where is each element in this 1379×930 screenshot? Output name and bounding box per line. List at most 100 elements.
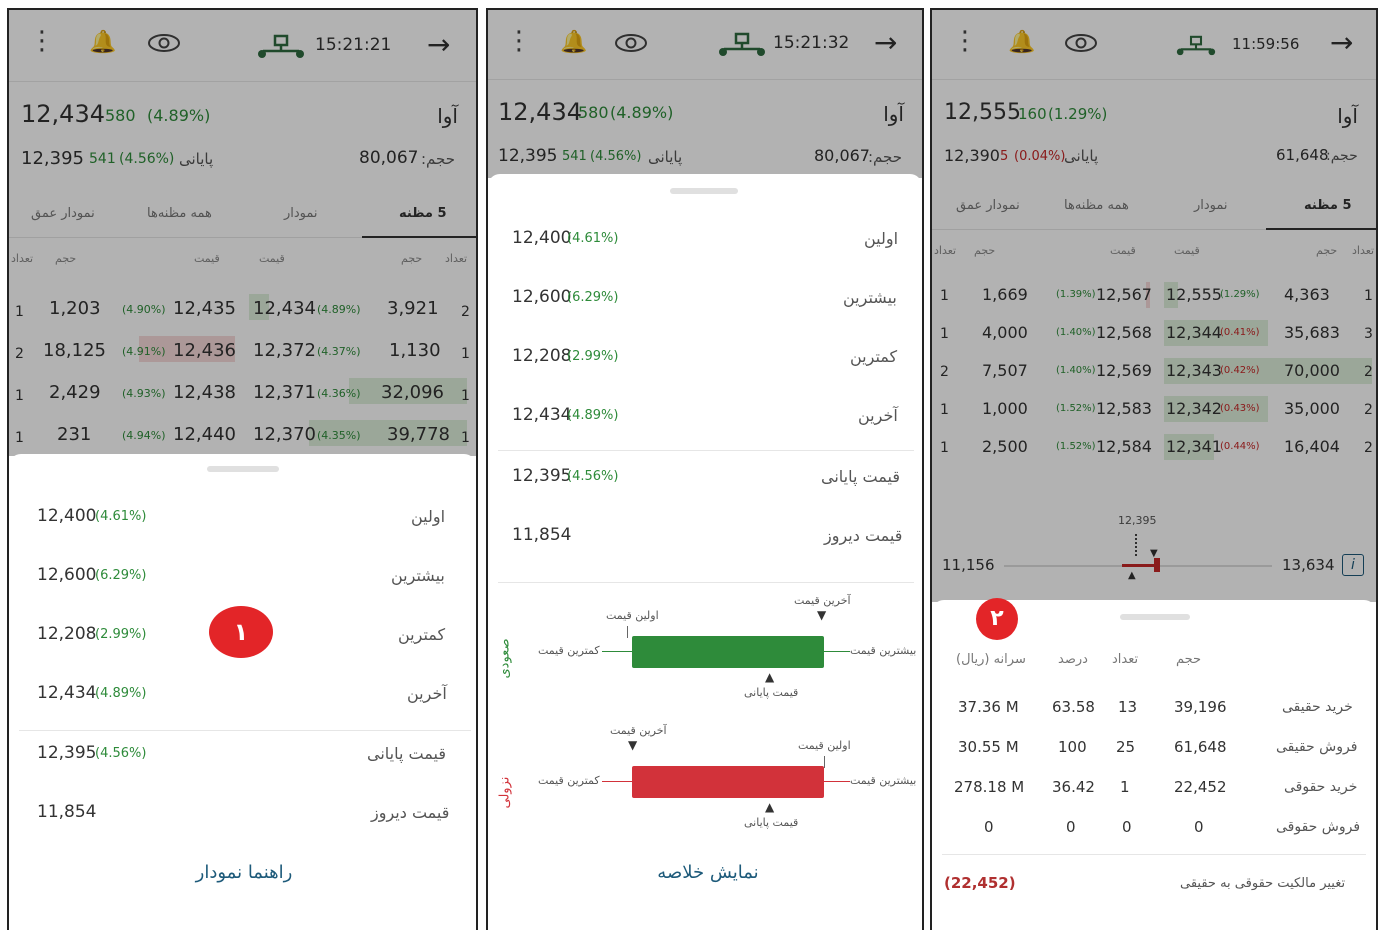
row-label: فروش حقیقی — [1276, 739, 1358, 755]
summary-label: اولین — [864, 229, 899, 248]
per-capita-value: 37.36 M — [958, 698, 1019, 716]
percent-value: 63.58 — [1052, 698, 1095, 716]
guide-close-price: قیمت پایانی — [744, 686, 799, 699]
row-label: خرید حقیقی — [1282, 699, 1353, 715]
summary-label: قیمت پایانی — [821, 467, 900, 486]
summary-label: کمترین — [850, 347, 898, 366]
dim-overlay[interactable] — [932, 10, 1376, 602]
summary-label: قیمت دیروز — [371, 803, 450, 822]
guide-first-price: اولین قیمت — [798, 739, 851, 752]
step-badge: ۱ — [209, 606, 273, 658]
sheet-handle[interactable] — [1120, 614, 1190, 620]
bullish-candle-guide: صعودی آخرین قیمت ▼ اولین قیمت کمترین قیم… — [488, 594, 922, 714]
per-capita-value: 30.55 M — [958, 738, 1019, 756]
guide-last-price: آخرین قیمت — [610, 724, 667, 737]
guide-last-price: آخرین قیمت — [794, 594, 851, 607]
count-value: 1 — [1120, 778, 1130, 796]
divider — [498, 582, 914, 583]
summary-value: 12,434 — [512, 405, 572, 425]
summary-sheet: 12,400 (4.61%) اولین 12,600 (6.29%) بیشت… — [488, 174, 922, 930]
volume-value: 39,196 — [1174, 698, 1227, 716]
wick-right — [824, 781, 850, 782]
guide-min-price: کمترین قیمت — [538, 774, 600, 787]
per-capita-value: 0 — [984, 818, 994, 836]
first-price-tick — [824, 756, 825, 768]
summary-value: 12,395 — [37, 743, 97, 763]
summary-value: 12,434 — [37, 683, 97, 703]
close-price-marker-icon: ▲ — [765, 800, 775, 814]
dim-overlay[interactable] — [488, 10, 922, 178]
summary-row: 12,434 (4.89%) آخرین — [9, 671, 476, 729]
summary-row: 12,434 (4.89%) آخرین — [488, 387, 922, 445]
divider — [942, 854, 1366, 855]
guide-close-price: قیمت پایانی — [744, 816, 799, 829]
wick-right — [824, 651, 850, 652]
screen-panel-1: ⋮ 🔔 15:21:21 → 12,434 580 (4.89%) آوا 12… — [7, 8, 478, 930]
trader-type-sheet: ۲ حجم تعداد درصد سرانه (ریال) 37.36 M 63… — [932, 598, 1376, 930]
summary-row: 12,600 (6.29%) بیشترین — [9, 553, 476, 611]
volume-value: 22,452 — [1174, 778, 1227, 796]
summary-percent: (4.56%) — [567, 469, 619, 484]
table-header-per-capita: سرانه (ریال) — [956, 652, 1026, 667]
summary-value: 12,208 — [512, 346, 572, 366]
screen-panel-3: ⋮ 🔔 11:59:56 → 12,555 160 (1.29%) آوا 12… — [930, 8, 1378, 930]
table-row: 37.36 M 63.58 13 39,196 خرید حقیقی — [932, 688, 1376, 728]
table-row: 0 0 0 0 فروش حقوقی — [932, 808, 1376, 848]
guide-max-price: بیشترین قیمت — [850, 644, 917, 657]
summary-value: 12,400 — [37, 506, 97, 526]
chart-guide-link[interactable]: راهنما نمودار — [159, 862, 329, 883]
bearish-candle-body — [632, 766, 824, 798]
summary-sheet: 12,400 (4.61%) اولین 12,600 (6.29%) بیشت… — [9, 454, 476, 930]
summary-percent: (4.61%) — [567, 231, 619, 246]
summary-row: 12,395 (4.56%) قیمت پایانی — [488, 448, 922, 506]
summary-value: 11,854 — [37, 802, 97, 822]
guide-max-price: بیشترین قیمت — [850, 774, 917, 787]
wick-left — [602, 651, 632, 652]
bullish-label: صعودی — [497, 638, 513, 679]
summary-percent: (4.89%) — [95, 686, 147, 701]
summary-label: کمترین — [398, 625, 446, 644]
percent-value: 100 — [1058, 738, 1087, 756]
summary-percent: (4.56%) — [95, 746, 147, 761]
summary-percent: (4.89%) — [567, 408, 619, 423]
summary-value: 11,854 — [512, 525, 572, 545]
table-row: 278.18 M 36.42 1 22,452 خرید حقوقی — [932, 768, 1376, 808]
wick-left — [602, 781, 632, 782]
summary-percent: (4.61%) — [95, 509, 147, 524]
summary-label: قیمت دیروز — [824, 526, 903, 545]
summary-label: آخرین — [858, 406, 898, 425]
summary-row: 11,854 قیمت دیروز — [488, 507, 922, 565]
percent-value: 0 — [1066, 818, 1076, 836]
table-header-percent: درصد — [1058, 652, 1088, 667]
summary-row: 12,400 (4.61%) اولین — [9, 494, 476, 552]
summary-value: 12,208 — [37, 624, 97, 644]
row-label: فروش حقوقی — [1276, 819, 1361, 835]
last-price-marker-icon: ▼ — [628, 738, 638, 752]
row-label: خرید حقوقی — [1284, 779, 1358, 795]
guide-min-price: کمترین قیمت — [538, 644, 600, 657]
summary-row: 12,395 (4.56%) قیمت پایانی — [9, 731, 476, 789]
last-price-marker-icon: ▼ — [817, 608, 827, 622]
summary-label: قیمت پایانی — [367, 744, 446, 763]
percent-value: 36.42 — [1052, 778, 1095, 796]
sheet-handle[interactable] — [207, 466, 279, 472]
summary-row: 12,208 (2.99%) کمترین — [488, 328, 922, 386]
sheet-handle[interactable] — [670, 188, 738, 194]
bullish-candle-body — [632, 636, 824, 668]
summary-percent: (2.99%) — [567, 349, 619, 364]
volume-value: 61,648 — [1174, 738, 1227, 756]
ownership-change-label: تغییر مالکیت حقوقی به حقیقی — [1180, 876, 1346, 891]
summary-value: 12,600 — [37, 565, 97, 585]
summary-percent: (6.29%) — [95, 568, 147, 583]
dim-overlay[interactable] — [9, 10, 476, 456]
show-summary-link[interactable]: نمایش خلاصه — [628, 862, 788, 883]
summary-value: 12,600 — [512, 287, 572, 307]
table-header-count: تعداد — [1112, 652, 1139, 667]
step-badge: ۲ — [976, 598, 1018, 640]
bearish-candle-guide: نزولی آخرین قیمت ▼ اولین قیمت کمترین قیم… — [488, 724, 922, 844]
volume-value: 0 — [1194, 818, 1204, 836]
summary-row: 12,600 (6.29%) بیشترین — [488, 269, 922, 327]
summary-percent: (2.99%) — [95, 627, 147, 642]
summary-label: اولین — [411, 507, 446, 526]
summary-label: بیشترین — [391, 566, 445, 585]
